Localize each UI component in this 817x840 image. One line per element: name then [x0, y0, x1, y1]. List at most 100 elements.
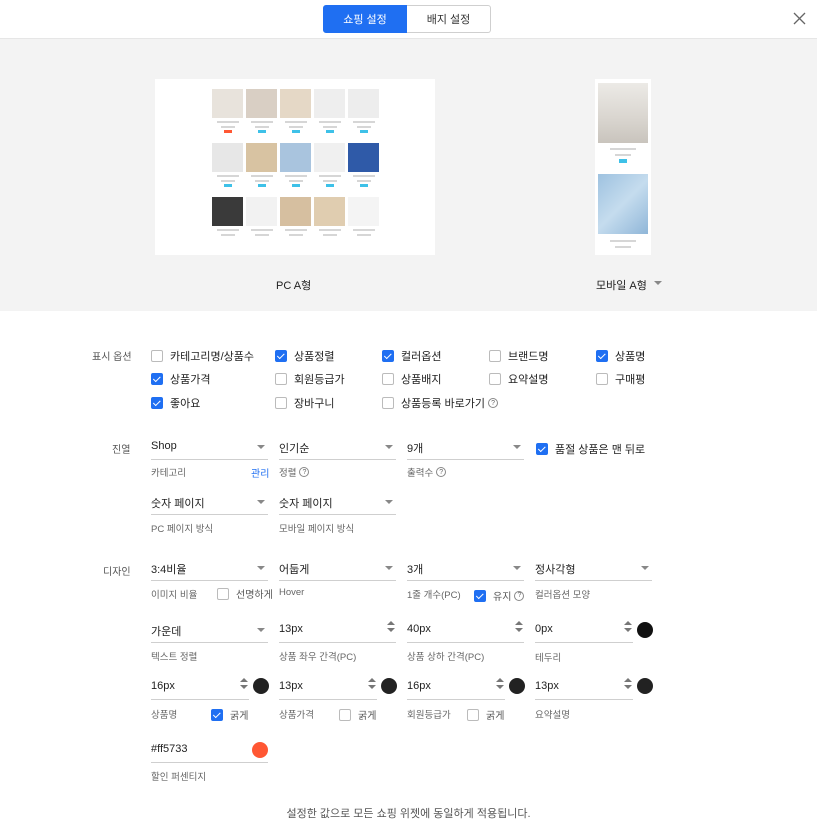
display-option-checkbox[interactable] [596, 373, 608, 385]
soldout-last-checkbox[interactable] [536, 443, 548, 455]
display-option-checkbox[interactable] [275, 350, 287, 362]
display-option-checkbox[interactable] [382, 373, 394, 385]
h-gap-stepper[interactable]: 13px [279, 621, 396, 643]
display-option-checkbox[interactable] [382, 350, 394, 362]
price-size-value: 13px [279, 680, 303, 692]
spinner-icon[interactable] [624, 621, 633, 632]
display-option-item[interactable]: 구매평 [596, 371, 645, 387]
per-row-select[interactable]: 3개 [407, 559, 524, 581]
display-option-checkbox[interactable] [489, 373, 501, 385]
price-bold-checkbox[interactable] [339, 708, 351, 721]
pc-preview-thumbnail[interactable] [155, 79, 435, 255]
display-option-label: 상품배지 [401, 374, 442, 386]
color-shape-select[interactable]: 정사각형 [535, 559, 652, 581]
spinner-icon[interactable] [515, 621, 524, 632]
keep-option[interactable]: 유지 ? [474, 588, 525, 603]
display-option-checkbox[interactable] [382, 397, 394, 409]
spinner-icon[interactable] [496, 678, 505, 689]
display-option-item[interactable]: 상품가격 [151, 371, 210, 387]
display-option-checkbox[interactable] [151, 397, 163, 409]
display-option-item[interactable]: 컬러옵션 [382, 348, 441, 364]
display-option-checkbox[interactable] [151, 350, 163, 362]
display-option-checkbox[interactable] [596, 350, 608, 362]
category-select[interactable]: Shop [151, 438, 268, 460]
help-icon[interactable]: ? [488, 398, 499, 408]
hover-value: 어둡게 [279, 564, 310, 576]
keep-checkbox[interactable] [474, 589, 486, 602]
count-select[interactable]: 9개 [407, 438, 524, 460]
border-color-swatch[interactable] [637, 622, 653, 638]
tab-badge-settings[interactable]: 배지 설정 [407, 5, 491, 33]
sharpen-checkbox[interactable] [217, 587, 229, 600]
discount-color-swatch[interactable] [252, 742, 268, 758]
display-option-checkbox[interactable] [275, 397, 287, 409]
member-price-bold-option[interactable]: 굵게 [467, 707, 504, 722]
spinner-icon[interactable] [368, 678, 377, 689]
display-option-item[interactable]: 상품정렬 [275, 348, 334, 364]
member-price-size-value: 16px [407, 680, 431, 692]
preview-product-badge [223, 184, 232, 187]
spinner-icon[interactable] [240, 678, 249, 689]
summary-size-stepper[interactable]: 13px [535, 678, 633, 700]
display-option-item[interactable]: 요약설명 [489, 371, 548, 387]
layout-preview: PC A형 모바일 A형 [0, 39, 817, 311]
image-ratio-caption: 이미지 비율 [151, 590, 198, 601]
preview-product-text [318, 121, 341, 123]
text-align-select[interactable]: 가운데 [151, 621, 268, 643]
member-price-bold-checkbox[interactable] [467, 708, 479, 721]
v-gap-stepper[interactable]: 40px [407, 621, 524, 643]
display-option-item[interactable]: 상품배지 [382, 371, 441, 387]
help-icon[interactable]: ? [299, 467, 310, 477]
price-size-stepper[interactable]: 13px [279, 678, 377, 700]
sort-select[interactable]: 인기순 [279, 438, 396, 460]
display-option-item[interactable]: 회원등급가 [275, 371, 345, 387]
hover-select[interactable]: 어둡게 [279, 559, 396, 581]
pc-paging-value: 숫자 페이지 [151, 498, 205, 510]
display-option-item[interactable]: 장바구니 [275, 395, 334, 411]
mobile-paging-caption: 모바일 페이지 방식 [279, 524, 355, 535]
help-icon[interactable]: ? [436, 467, 447, 477]
chevron-down-icon[interactable] [654, 281, 662, 285]
name-color-swatch[interactable] [253, 678, 269, 694]
mobile-layout-label[interactable]: 모바일 A형 [596, 277, 647, 293]
sharpen-option[interactable]: 선명하게 [217, 586, 273, 601]
display-option-item[interactable]: 상품명 [596, 348, 645, 364]
member-price-color-swatch[interactable] [509, 678, 525, 694]
spinner-icon[interactable] [387, 621, 396, 632]
border-caption: 테두리 [535, 653, 562, 664]
mobile-preview-thumbnail[interactable] [595, 79, 651, 255]
price-bold-option[interactable]: 굵게 [339, 707, 376, 722]
preview-product-text [220, 234, 235, 236]
mobile-paging-select[interactable]: 숫자 페이지 [279, 493, 396, 515]
preview-product-badge [223, 130, 232, 133]
help-icon[interactable]: ? [514, 590, 525, 601]
preview-product-text [216, 229, 239, 231]
preview-product-card [280, 89, 311, 143]
display-option-checkbox[interactable] [275, 373, 287, 385]
border-stepper[interactable]: 0px [535, 621, 633, 643]
name-bold-checkbox[interactable] [211, 708, 223, 721]
display-option-item[interactable]: 상품등록 바로가기? [382, 395, 499, 411]
image-ratio-select[interactable]: 3:4비율 [151, 559, 268, 581]
display-option-item[interactable]: 좋아요 [151, 395, 200, 411]
soldout-last-option[interactable]: 품절 상품은 맨 뒤로 [536, 441, 645, 457]
display-option-item[interactable]: 카테고리명/상품수 [151, 348, 254, 364]
tab-shopping-settings[interactable]: 쇼핑 설정 [323, 5, 407, 33]
pc-preview-grid [212, 89, 379, 251]
manage-category-link[interactable]: 관리 [251, 465, 269, 480]
discount-color-input[interactable]: #ff5733 [151, 741, 268, 763]
pc-paging-select[interactable]: 숫자 페이지 [151, 493, 268, 515]
category-value: Shop [151, 440, 177, 452]
summary-color-swatch[interactable] [637, 678, 653, 694]
close-icon[interactable] [792, 11, 807, 26]
preview-product-card [314, 143, 345, 197]
price-color-swatch[interactable] [381, 678, 397, 694]
display-option-checkbox[interactable] [151, 373, 163, 385]
display-option-checkbox[interactable] [489, 350, 501, 362]
name-bold-option[interactable]: 굵게 [211, 707, 248, 722]
name-size-stepper[interactable]: 16px [151, 678, 249, 700]
member-price-size-stepper[interactable]: 16px [407, 678, 505, 700]
spinner-icon[interactable] [624, 678, 633, 689]
count-caption: 출력수? [407, 465, 447, 479]
display-option-item[interactable]: 브랜드명 [489, 348, 548, 364]
